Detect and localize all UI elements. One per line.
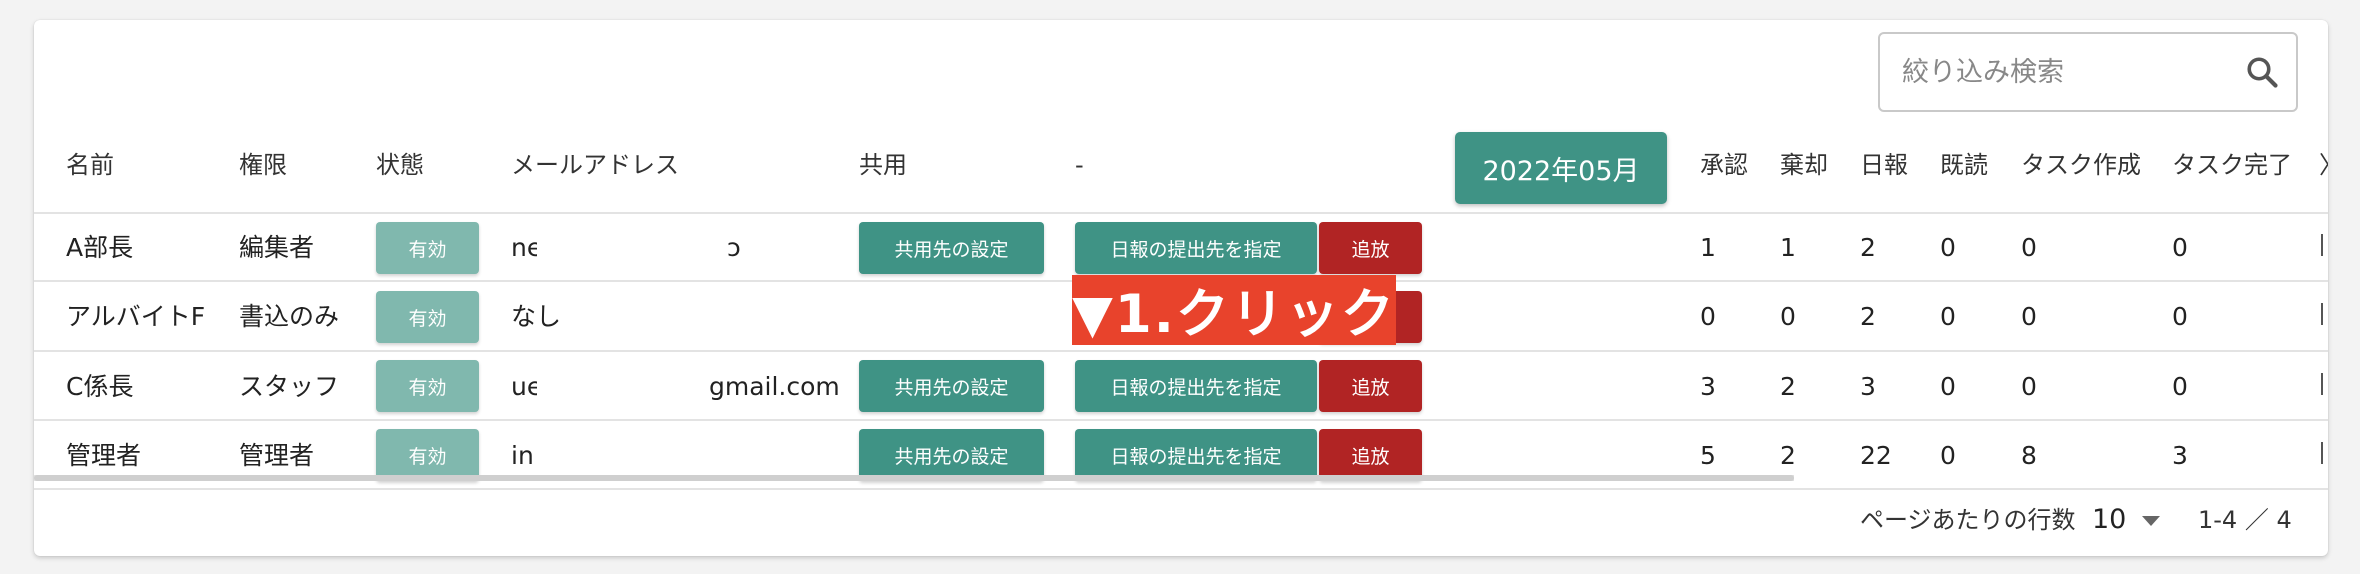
status-badge: 有効 xyxy=(376,222,479,274)
row-task-created: 0 xyxy=(2021,233,2037,262)
expel-button[interactable]: 追放 xyxy=(1319,222,1422,274)
row-report: 3 xyxy=(1860,372,1876,401)
row-divider xyxy=(34,419,2328,421)
row-task-done: 3 xyxy=(2172,441,2188,470)
col-header-report[interactable]: 日報 xyxy=(1860,153,1908,177)
row-role: 管理者 xyxy=(239,441,315,470)
expel-button[interactable]: 追放 xyxy=(1319,360,1422,412)
row-email: なし xyxy=(511,302,562,331)
row-report: 2 xyxy=(1860,302,1876,331)
row-role: 書込のみ xyxy=(239,302,340,331)
pagination-range: 1-4 ／ 4 xyxy=(2198,506,2292,534)
horizontal-scrollbar-thumb[interactable] xyxy=(34,475,1794,481)
row-approve: 1 xyxy=(1700,233,1716,262)
row-role: 編集者 xyxy=(239,233,315,262)
row-task-created: 0 xyxy=(2021,302,2037,331)
col-header-task-done[interactable]: タスク完了 xyxy=(2172,153,2292,177)
row-divider xyxy=(34,350,2328,352)
col-header-role[interactable]: 権限 xyxy=(239,153,287,177)
rows-per-page-label: ページあたりの行数 xyxy=(1860,506,2076,534)
row-report: 2 xyxy=(1860,233,1876,262)
row-task-created: 8 xyxy=(2021,441,2037,470)
expel-button[interactable]: 追放 xyxy=(1319,429,1422,481)
status-badge: 有効 xyxy=(376,360,479,412)
rows-per-page-select[interactable]: 10 xyxy=(2092,506,2126,533)
row-report: 22 xyxy=(1860,441,1892,470)
col-header-reject[interactable]: 棄却 xyxy=(1780,153,1828,177)
status-badge: 有効 xyxy=(376,429,479,481)
row-task-done: 0 xyxy=(2172,233,2188,262)
row-task-created: 0 xyxy=(2021,372,2037,401)
row-name: アルバイトF xyxy=(66,302,206,331)
search-icon[interactable] xyxy=(2244,52,2280,92)
truncated-column-mark xyxy=(2321,373,2323,395)
status-badge: 有効 xyxy=(376,291,479,343)
row-task-done: 0 xyxy=(2172,302,2188,331)
truncated-column-mark xyxy=(2321,234,2323,256)
row-name: A部長 xyxy=(66,233,134,262)
col-header-task-created[interactable]: タスク作成 xyxy=(2021,153,2141,177)
redaction-mask xyxy=(537,220,722,276)
row-reject: 2 xyxy=(1780,441,1796,470)
row-name: 管理者 xyxy=(66,441,142,470)
row-approve: 5 xyxy=(1700,441,1716,470)
col-header-status[interactable]: 状態 xyxy=(376,153,424,177)
click-annotation: ▼1.クリック xyxy=(1072,275,1396,345)
row-name: C係長 xyxy=(66,372,134,401)
share-settings-button[interactable]: 共用先の設定 xyxy=(859,360,1044,412)
share-settings-button[interactable]: 共用先の設定 xyxy=(859,429,1044,481)
row-email: in xyxy=(511,441,534,470)
search-input[interactable] xyxy=(1902,56,2244,88)
row-reject: 1 xyxy=(1780,233,1796,262)
report-recipient-button[interactable]: 日報の提出先を指定 xyxy=(1075,222,1317,274)
month-selector-button[interactable]: 2022年05月 xyxy=(1455,132,1667,204)
row-email-suffix: gmail.com xyxy=(709,372,840,401)
report-recipient-button[interactable]: 日報の提出先を指定 xyxy=(1075,360,1317,412)
row-read: 0 xyxy=(1940,302,1956,331)
redaction-mask xyxy=(537,358,705,414)
col-header-email[interactable]: メールアドレス xyxy=(511,153,679,177)
truncated-column-mark xyxy=(2321,303,2323,325)
row-role: スタッフ xyxy=(239,372,340,401)
row-approve: 0 xyxy=(1700,302,1716,331)
redaction-mask xyxy=(537,427,705,469)
members-table-card: 名前 権限 状態 メールアドレス 共用 - 2022年05月 承認 棄却 日報 … xyxy=(34,20,2328,556)
search-box[interactable] xyxy=(1878,32,2298,112)
footer-divider xyxy=(34,488,2328,490)
row-approve: 3 xyxy=(1700,372,1716,401)
row-task-done: 0 xyxy=(2172,372,2188,401)
truncated-column-mark xyxy=(2321,442,2323,464)
col-header-approve[interactable]: 承認 xyxy=(1700,153,1748,177)
row-read: 0 xyxy=(1940,372,1956,401)
row-read: 0 xyxy=(1940,441,1956,470)
triangle-down-icon[interactable] xyxy=(2142,516,2160,526)
col-header-read[interactable]: 既読 xyxy=(1940,153,1988,177)
row-email-suffix: ɔ xyxy=(727,233,741,262)
row-reject: 2 xyxy=(1780,372,1796,401)
col-header-dash: - xyxy=(1075,151,1084,179)
header-divider xyxy=(34,212,2328,214)
col-header-shared[interactable]: 共用 xyxy=(859,153,907,177)
row-reject: 0 xyxy=(1780,302,1796,331)
col-header-more: 〉 xyxy=(2319,153,2328,177)
report-recipient-button[interactable]: 日報の提出先を指定 xyxy=(1075,429,1317,481)
col-header-name[interactable]: 名前 xyxy=(66,153,114,177)
row-read: 0 xyxy=(1940,233,1956,262)
share-settings-button[interactable]: 共用先の設定 xyxy=(859,222,1044,274)
